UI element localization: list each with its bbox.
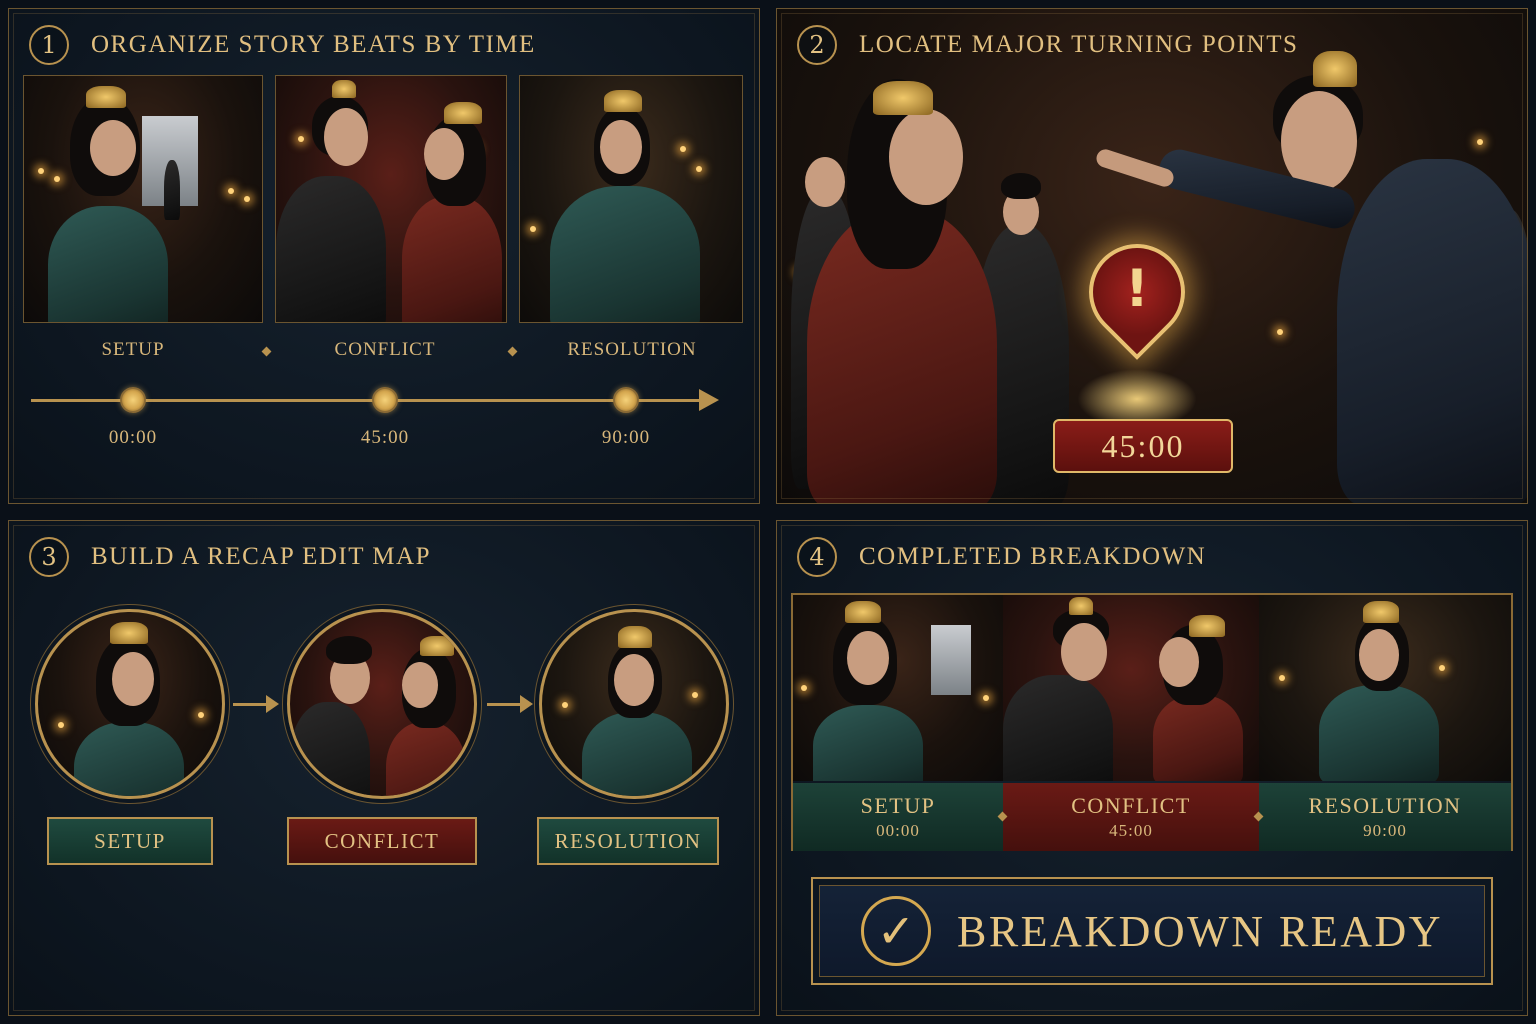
beat-label-conflict: CONFLICT [334, 339, 436, 360]
caption-time: 00:00 [876, 821, 920, 840]
panel-organize-beats: 1 ORGANIZE STORY BEATS BY TIME SETUP CON… [8, 8, 760, 504]
caption-resolution: RESOLUTION 90:00 [1259, 783, 1511, 851]
panel-edit-map: 3 BUILD A RECAP EDIT MAP SETUP CONFLICT … [8, 520, 760, 1016]
panel-header: 1 ORGANIZE STORY BEATS BY TIME [29, 25, 536, 65]
tag-resolution[interactable]: RESOLUTION [537, 817, 719, 865]
panel-header: 3 BUILD A RECAP EDIT MAP [29, 537, 431, 577]
step-number: 1 [29, 25, 69, 65]
panel-title: COMPLETED BREAKDOWN [859, 543, 1207, 570]
conflict-thumbnail[interactable] [275, 75, 507, 323]
beat-label-resolution: RESOLUTION [567, 339, 697, 360]
conflict-frame[interactable] [1003, 595, 1259, 781]
setup-thumbnail[interactable] [23, 75, 263, 323]
step-number: 4 [797, 537, 837, 577]
flow-arrow-icon [487, 695, 533, 713]
resolution-thumbnail[interactable] [519, 75, 743, 323]
breakdown-strip: SETUP 00:00 CONFLICT 45:00 RESOLUTION 90… [791, 593, 1513, 851]
caption-time: 90:00 [1363, 821, 1407, 840]
caption-label: SETUP [860, 793, 936, 818]
panel-completed-breakdown: 4 COMPLETED BREAKDOWN SETUP 00:00 CONFLI… [776, 520, 1528, 1016]
tag-setup[interactable]: SETUP [47, 817, 213, 865]
timeline-arrow-icon [699, 389, 719, 411]
caption-label: RESOLUTION [1308, 793, 1462, 818]
panel-title: BUILD A RECAP EDIT MAP [91, 543, 431, 570]
caption-conflict: CONFLICT 45:00 [1003, 783, 1259, 851]
resolution-medallion[interactable] [539, 609, 729, 799]
alert-exclamation: ! [1125, 259, 1149, 319]
timeline-marker-conflict[interactable] [372, 387, 398, 413]
panel-turning-points: 2 LOCATE MAJOR TURNING POINTS ! 45:00 [776, 8, 1528, 504]
conflict-medallion[interactable] [287, 609, 477, 799]
flow-arrow-icon [233, 695, 279, 713]
divider-diamond [261, 346, 272, 357]
step-number: 3 [29, 537, 69, 577]
panel-header: 4 COMPLETED BREAKDOWN [797, 537, 1206, 577]
beat-label-setup: SETUP [101, 339, 165, 360]
turning-point-timestamp: 45:00 [1053, 419, 1233, 473]
step-number: 2 [797, 25, 837, 65]
breakdown-ready-label: BREAKDOWN READY [956, 906, 1444, 956]
panel-header: 2 LOCATE MAJOR TURNING POINTS [797, 25, 1298, 65]
setup-medallion[interactable] [35, 609, 225, 799]
timeline-marker-resolution[interactable] [613, 387, 639, 413]
check-circle-icon: ✓ [860, 896, 931, 966]
divider-diamond [507, 346, 518, 357]
resolution-frame[interactable] [1259, 595, 1511, 781]
timestamp-resolution: 90:00 [601, 427, 651, 448]
panel-title: ORGANIZE STORY BEATS BY TIME [91, 31, 536, 58]
breakdown-ready-button[interactable]: ✓ BREAKDOWN READY [811, 877, 1493, 985]
timestamp-setup: 00:00 [108, 427, 158, 448]
tag-conflict[interactable]: CONFLICT [287, 817, 477, 865]
setup-frame[interactable] [793, 595, 1003, 781]
caption-label: CONFLICT [1071, 793, 1191, 818]
panel-title: LOCATE MAJOR TURNING POINTS [859, 31, 1299, 58]
timestamp-conflict: 45:00 [360, 427, 410, 448]
caption-time: 45:00 [1109, 821, 1153, 840]
timeline-marker-setup[interactable] [120, 387, 146, 413]
caption-setup: SETUP 00:00 [793, 783, 1003, 851]
